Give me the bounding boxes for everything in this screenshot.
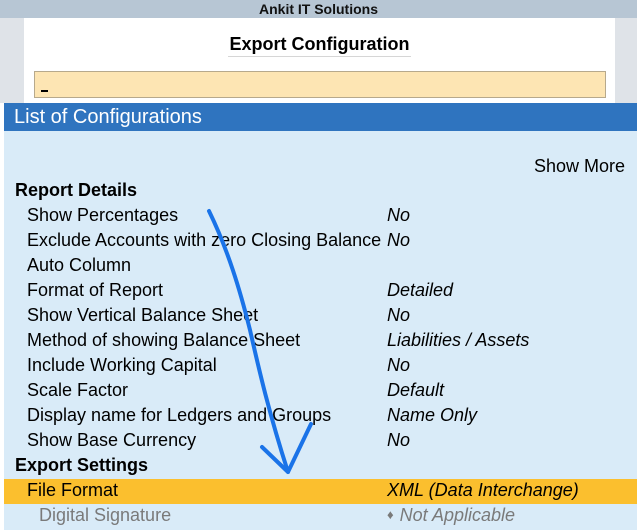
config-row-show-percentages[interactable]: Show Percentages No [4,204,637,229]
config-row-display-name[interactable]: Display name for Ledgers and Groups Name… [4,404,637,429]
config-row-file-format[interactable]: File Format XML (Data Interchange) [4,479,637,504]
export-configuration-panel: Export Configuration [24,18,615,103]
list-title: List of Configurations [14,106,202,128]
config-row-format-of-report[interactable]: Format of Report Detailed [4,279,637,304]
text-cursor [41,90,48,92]
config-value: Detailed [387,280,454,300]
section-title-export-settings: Export Settings [15,455,149,475]
config-label: Include Working Capital [27,355,217,375]
config-value: Liabilities / Assets [387,330,530,350]
config-value-wrapper: ♦ Not Applicable [387,505,515,526]
right-background-strip [615,18,637,103]
configuration-search-input[interactable] [34,71,606,98]
page-title: Export Configuration [24,34,615,57]
config-label: Show Percentages [27,205,179,225]
config-label: Exclude Accounts with zero Closing Balan… [27,230,382,250]
config-row-scale-factor[interactable]: Scale Factor Default [4,379,637,404]
config-label: Auto Column [27,255,132,275]
config-label: Method of showing Balance Sheet [27,330,301,350]
config-row-digital-signature: Digital Signature ♦ Not Applicable [4,504,637,529]
config-label: Format of Report [27,280,164,300]
config-value: XML (Data Interchange) [387,480,579,500]
config-value: Default [387,380,445,400]
config-label: Scale Factor [27,380,129,400]
diamond-icon: ♦ [387,507,394,522]
config-value: Not Applicable [399,505,516,525]
config-row-base-currency[interactable]: Show Base Currency No [4,429,637,454]
section-title-report-details: Report Details [15,180,138,200]
config-label: Display name for Ledgers and Groups [27,405,332,425]
config-value: Name Only [387,405,478,425]
config-row-balance-sheet-method[interactable]: Method of showing Balance Sheet Liabilit… [4,329,637,354]
left-background-strip [0,18,24,103]
config-row-vertical-balance-sheet[interactable]: Show Vertical Balance Sheet No [4,304,637,329]
config-label: Show Base Currency [27,430,197,450]
show-more-button[interactable]: Show More [534,156,625,177]
company-name: Ankit IT Solutions [259,1,378,17]
company-title-bar: Ankit IT Solutions [0,0,637,18]
config-value: No [387,305,411,325]
list-of-configurations-panel: List of Configurations Show More Report … [4,103,637,530]
config-label: Show Vertical Balance Sheet [27,305,259,325]
config-row-exclude-zero-balance[interactable]: Exclude Accounts with zero Closing Balan… [4,229,637,254]
config-label: Digital Signature [39,505,172,525]
config-value: No [387,230,411,250]
list-title-bar: List of Configurations [4,103,637,131]
config-row-working-capital[interactable]: Include Working Capital No [4,354,637,379]
config-label: File Format [27,480,119,500]
config-value: No [387,205,411,225]
page-title-text: Export Configuration [227,34,412,57]
config-row-auto-column[interactable]: Auto Column [4,254,637,279]
config-value: No [387,430,411,450]
config-value: No [387,355,411,375]
